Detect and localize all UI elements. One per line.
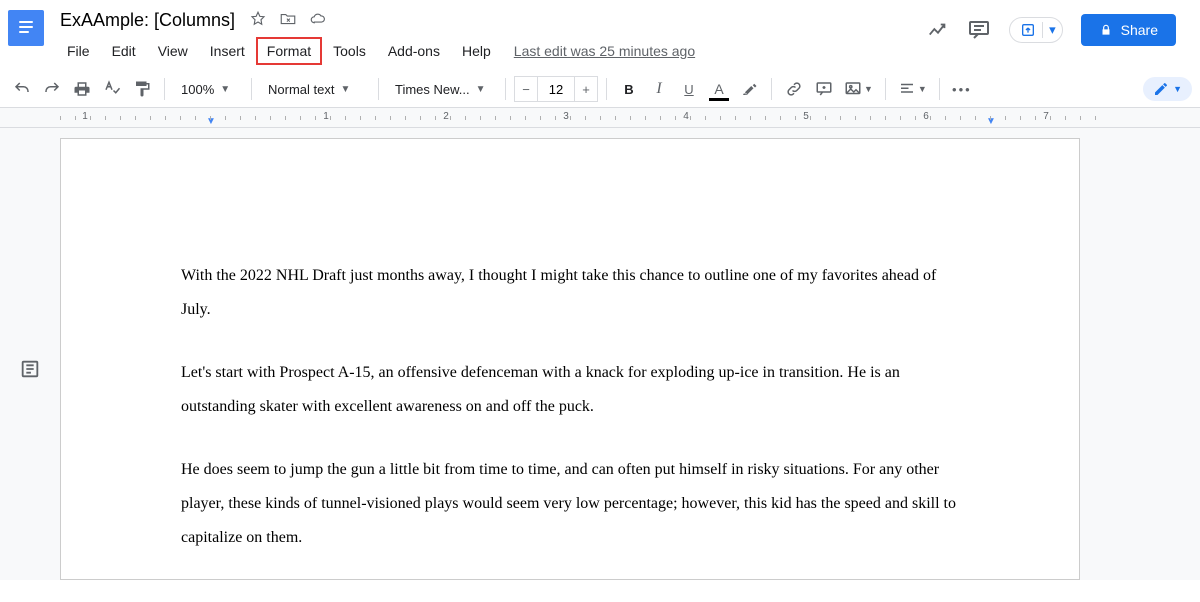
insert-comment-button[interactable] [810, 75, 838, 103]
menu-edit[interactable]: Edit [101, 37, 147, 65]
chevron-down-icon: ▼ [476, 84, 486, 95]
last-edit-link[interactable]: Last edit was 25 minutes ago [514, 43, 695, 59]
chevron-down-icon: ▼ [864, 84, 873, 94]
font-size-decrease[interactable]: − [514, 76, 538, 102]
paragraph: He does seem to jump the gun a little bi… [181, 453, 959, 554]
separator [885, 78, 886, 100]
paragraph-style-value: Normal text [268, 82, 334, 97]
separator [939, 78, 940, 100]
zoom-value: 100% [181, 82, 214, 97]
share-label: Share [1121, 22, 1158, 38]
docs-logo-icon[interactable] [8, 10, 44, 46]
font-size-stepper: − + [514, 76, 598, 102]
ruler-num: 5 [803, 111, 809, 122]
menu-format[interactable]: Format [256, 37, 322, 65]
print-button[interactable] [68, 75, 96, 103]
spellcheck-button[interactable] [98, 75, 126, 103]
comments-icon[interactable] [967, 18, 991, 42]
font-size-increase[interactable]: + [574, 76, 598, 102]
undo-button[interactable] [8, 75, 36, 103]
separator [251, 78, 252, 100]
ruler-num: 7 [1043, 111, 1049, 122]
paragraph-style-dropdown[interactable]: Normal text ▼ [260, 75, 370, 103]
chevron-down-icon[interactable]: ▾ [1042, 22, 1056, 38]
menu-addons[interactable]: Add-ons [377, 37, 451, 65]
toolbar: 100% ▼ Normal text ▼ Times New... ▼ − + B I… [0, 71, 1200, 108]
ruler-num: 3 [563, 111, 569, 122]
star-icon[interactable] [249, 10, 267, 31]
menu-tools[interactable]: Tools [322, 37, 377, 65]
ruler-num: 4 [683, 111, 689, 122]
document-page[interactable]: With the 2022 NHL Draft just months away… [60, 138, 1080, 580]
italic-button[interactable]: I [645, 75, 673, 103]
present-up-icon [1020, 22, 1036, 38]
document-title[interactable]: ExAAmple: [Columns] [56, 8, 239, 33]
activity-trend-icon[interactable] [927, 19, 949, 41]
font-size-input[interactable] [538, 76, 574, 102]
insert-image-button[interactable]: ▼ [840, 75, 877, 103]
separator [505, 78, 506, 100]
text-color-button[interactable]: A [705, 75, 733, 103]
bold-button[interactable]: B [615, 75, 643, 103]
lock-icon [1099, 23, 1113, 37]
app-header: ExAAmple: [Columns] File Edit View Inser… [0, 0, 1200, 65]
separator [378, 78, 379, 100]
chevron-down-icon: ▼ [1173, 84, 1182, 94]
zoom-dropdown[interactable]: 100% ▼ [173, 75, 243, 103]
ruler-num: 1 [82, 111, 88, 122]
chevron-down-icon: ▼ [220, 84, 230, 95]
outline-toggle-icon[interactable] [19, 158, 41, 580]
paragraph: With the 2022 NHL Draft just months away… [181, 259, 959, 326]
redo-button[interactable] [38, 75, 66, 103]
paint-format-button[interactable] [128, 75, 156, 103]
paragraph: Let's start with Prospect A-15, an offen… [181, 356, 959, 423]
menu-insert[interactable]: Insert [199, 37, 256, 65]
ruler-num: 1 [323, 111, 329, 122]
move-folder-icon[interactable] [279, 10, 297, 31]
font-family-value: Times New... [395, 82, 470, 97]
menu-help[interactable]: Help [451, 37, 502, 65]
document-canvas: With the 2022 NHL Draft just months away… [0, 128, 1200, 580]
menu-bar: File Edit View Insert Format Tools Add-o… [56, 37, 695, 65]
pencil-icon [1153, 81, 1169, 97]
separator [606, 78, 607, 100]
underline-button[interactable]: U [675, 75, 703, 103]
insert-link-button[interactable] [780, 75, 808, 103]
ruler-num: 6 [923, 111, 929, 122]
separator [771, 78, 772, 100]
editing-mode-button[interactable]: ▼ [1143, 77, 1192, 101]
chevron-down-icon: ▼ [340, 84, 350, 95]
present-button-split[interactable]: ▾ [1009, 17, 1063, 43]
share-button[interactable]: Share [1081, 14, 1176, 46]
highlight-button[interactable] [735, 75, 763, 103]
more-tools-button[interactable]: ••• [948, 75, 976, 103]
horizontal-ruler[interactable]: 1 ▼ 1 2 3 4 5 6 ▼ 7 [0, 108, 1200, 128]
menu-view[interactable]: View [147, 37, 199, 65]
font-family-dropdown[interactable]: Times New... ▼ [387, 75, 497, 103]
separator [164, 78, 165, 100]
cloud-status-icon[interactable] [309, 10, 327, 31]
ruler-num: 2 [443, 111, 449, 122]
menu-file[interactable]: File [56, 37, 101, 65]
align-button[interactable]: ▼ [894, 75, 931, 103]
chevron-down-icon: ▼ [918, 84, 927, 94]
